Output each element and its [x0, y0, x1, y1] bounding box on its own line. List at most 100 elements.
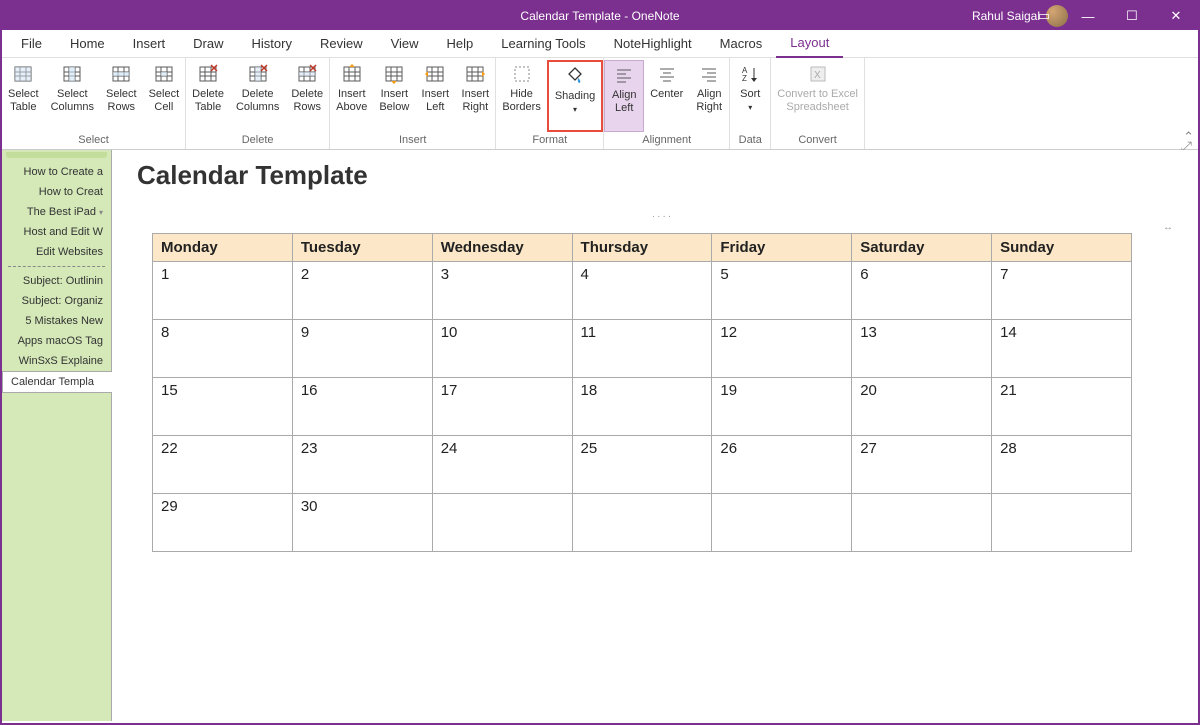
select-table-button[interactable]: SelectTable — [2, 60, 45, 132]
tab-help[interactable]: Help — [433, 30, 488, 58]
calendar-cell[interactable]: 6 — [852, 262, 992, 320]
calendar-header-cell[interactable]: Friday — [712, 234, 852, 262]
tab-macros[interactable]: Macros — [706, 30, 777, 58]
maximize-icon[interactable]: ☐ — [1110, 2, 1154, 30]
insert-below-button[interactable]: InsertBelow — [373, 60, 415, 132]
sidebar-item[interactable]: Apps macOS Tag — [2, 331, 111, 351]
tab-layout[interactable]: Layout — [776, 30, 843, 58]
calendar-cell[interactable]: 14 — [992, 320, 1132, 378]
tab-review[interactable]: Review — [306, 30, 377, 58]
select-rows-button[interactable]: SelectRows — [100, 60, 143, 132]
close-icon[interactable]: ✕ — [1154, 2, 1198, 30]
calendar-cell[interactable]: 29 — [153, 494, 293, 552]
page-title[interactable]: Calendar Template — [137, 160, 1173, 191]
page-content[interactable]: Calendar Template ···· ↔ MondayTuesdayWe… — [112, 150, 1198, 721]
tab-insert[interactable]: Insert — [119, 30, 180, 58]
calendar-cell[interactable]: 27 — [852, 436, 992, 494]
sidebar-item[interactable]: 5 Mistakes New — [2, 311, 111, 331]
sidebar-item[interactable]: How to Create a — [2, 162, 111, 182]
calendar-cell[interactable]: 23 — [292, 436, 432, 494]
calendar-header-cell[interactable]: Saturday — [852, 234, 992, 262]
tab-file[interactable]: File — [7, 30, 56, 58]
calendar-cell[interactable]: 11 — [572, 320, 712, 378]
window-title: Calendar Template - OneNote — [520, 9, 679, 23]
calendar-cell[interactable]: 25 — [572, 436, 712, 494]
insert-left-button[interactable]: InsertLeft — [415, 60, 455, 132]
calendar-header-cell[interactable]: Wednesday — [432, 234, 572, 262]
chevron-down-icon: ▾ — [573, 105, 577, 114]
sidebar-item[interactable]: Calendar Templa — [2, 371, 112, 393]
select-columns-button[interactable]: SelectColumns — [45, 60, 100, 132]
calendar-cell[interactable]: 8 — [153, 320, 293, 378]
sidebar-item[interactable]: Edit Websites — [2, 242, 111, 262]
tab-notehighlight[interactable]: NoteHighlight — [600, 30, 706, 58]
calendar-cell[interactable]: 19 — [712, 378, 852, 436]
calendar-cell[interactable]: 9 — [292, 320, 432, 378]
ribbon-group-data: AZSort ▾Data — [730, 58, 771, 149]
container-resize-icon[interactable]: ↔ — [152, 222, 1173, 233]
calendar-cell[interactable]: 5 — [712, 262, 852, 320]
calendar-cell[interactable] — [992, 494, 1132, 552]
calendar-cell[interactable]: 10 — [432, 320, 572, 378]
calendar-cell[interactable]: 3 — [432, 262, 572, 320]
calendar-cell[interactable]: 26 — [712, 436, 852, 494]
delete-columns-button[interactable]: DeleteColumns — [230, 60, 285, 132]
calendar-cell[interactable]: 2 — [292, 262, 432, 320]
calendar-cell[interactable]: 22 — [153, 436, 293, 494]
insert-right-button[interactable]: InsertRight — [455, 60, 495, 132]
shading-button[interactable]: Shading ▾ — [547, 60, 603, 132]
align-left-button[interactable]: AlignLeft — [604, 60, 644, 132]
tab-home[interactable]: Home — [56, 30, 119, 58]
calendar-cell[interactable]: 17 — [432, 378, 572, 436]
calendar-header-cell[interactable]: Monday — [153, 234, 293, 262]
calendar-cell[interactable]: 24 — [432, 436, 572, 494]
calendar-cell[interactable] — [712, 494, 852, 552]
sort-button[interactable]: AZSort ▾ — [730, 60, 770, 132]
calendar-cell[interactable]: 1 — [153, 262, 293, 320]
calendar-header-cell[interactable]: Thursday — [572, 234, 712, 262]
calendar-cell[interactable] — [852, 494, 992, 552]
select-cell-icon — [153, 63, 175, 85]
calendar-cell[interactable]: 4 — [572, 262, 712, 320]
sidebar-item[interactable]: WinSxS Explaine — [2, 351, 111, 371]
group-label-alignment: Alignment — [604, 132, 729, 149]
calendar-header-cell[interactable]: Sunday — [992, 234, 1132, 262]
sidebar-item[interactable]: Subject: Outlinin — [2, 271, 111, 291]
calendar-cell[interactable]: 21 — [992, 378, 1132, 436]
tab-history[interactable]: History — [238, 30, 306, 58]
delete-table-button[interactable]: DeleteTable — [186, 60, 230, 132]
ribbon-display-icon[interactable]: ▭ — [1022, 2, 1066, 30]
calendar-cell[interactable]: 16 — [292, 378, 432, 436]
calendar-header-cell[interactable]: Tuesday — [292, 234, 432, 262]
insert-right-icon — [464, 63, 486, 85]
calendar-cell[interactable] — [432, 494, 572, 552]
align-right-button[interactable]: AlignRight — [689, 60, 729, 132]
calendar-table[interactable]: MondayTuesdayWednesdayThursdayFridaySatu… — [152, 233, 1132, 552]
delete-rows-button[interactable]: DeleteRows — [285, 60, 329, 132]
calendar-cell[interactable]: 28 — [992, 436, 1132, 494]
sidebar-item[interactable]: Subject: Organiz — [2, 291, 111, 311]
tab-view[interactable]: View — [377, 30, 433, 58]
calendar-cell[interactable]: 13 — [852, 320, 992, 378]
container-handle-icon[interactable]: ···· — [152, 211, 1173, 222]
calendar-container[interactable]: ···· ↔ MondayTuesdayWednesdayThursdayFri… — [152, 211, 1173, 552]
sidebar-item[interactable]: The Best iPad — [2, 202, 111, 222]
insert-above-button[interactable]: InsertAbove — [330, 60, 373, 132]
select-table-icon — [12, 63, 34, 85]
calendar-cell[interactable]: 12 — [712, 320, 852, 378]
sidebar-item[interactable]: Host and Edit W — [2, 222, 111, 242]
calendar-cell[interactable] — [572, 494, 712, 552]
sidebar-item[interactable]: How to Creat — [2, 182, 111, 202]
calendar-cell[interactable]: 7 — [992, 262, 1132, 320]
section-tab[interactable] — [6, 152, 107, 158]
calendar-cell[interactable]: 20 — [852, 378, 992, 436]
center-button[interactable]: Center — [644, 60, 689, 132]
calendar-cell[interactable]: 15 — [153, 378, 293, 436]
hide-borders-button[interactable]: HideBorders — [496, 60, 547, 132]
calendar-cell[interactable]: 30 — [292, 494, 432, 552]
calendar-cell[interactable]: 18 — [572, 378, 712, 436]
select-cell-button[interactable]: SelectCell — [143, 60, 186, 132]
tab-draw[interactable]: Draw — [179, 30, 237, 58]
tab-learning-tools[interactable]: Learning Tools — [487, 30, 599, 58]
minimize-icon[interactable]: — — [1066, 2, 1110, 30]
